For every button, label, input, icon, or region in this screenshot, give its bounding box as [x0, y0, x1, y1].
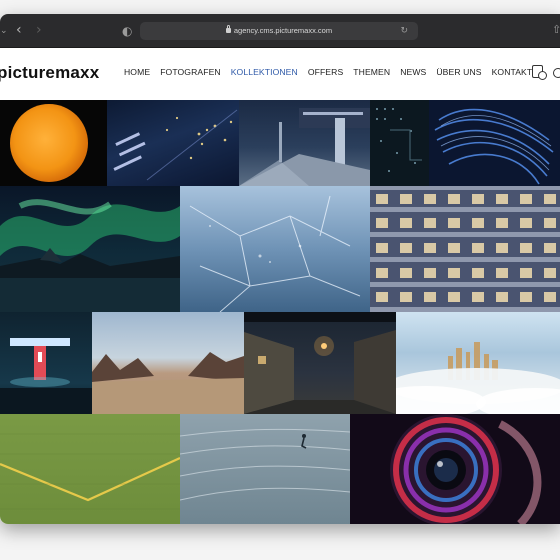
share-icon[interactable]: ⇧: [552, 24, 560, 36]
aurora-image: [0, 199, 180, 312]
gas-station-image: [0, 338, 92, 414]
gallery-image-gas-station[interactable]: [0, 312, 92, 414]
reload-icon[interactable]: ↻: [400, 26, 408, 36]
nav-news[interactable]: NEWS: [400, 67, 426, 77]
gallery-image-running-track[interactable]: [180, 414, 350, 524]
nav-kontakt[interactable]: KONTAKT: [492, 67, 533, 77]
url-value: agency.cms.picturemaxx.com: [233, 26, 333, 35]
gallery-image-desert[interactable]: [92, 312, 244, 414]
address-bar[interactable]: agency.cms.picturemaxx.com ↻: [140, 22, 418, 40]
ice-image: [189, 195, 361, 312]
gallery-image-camera-lens[interactable]: [350, 414, 560, 524]
circuit-image: [376, 108, 422, 172]
city-fog-image: [396, 342, 560, 414]
blue-fibers-image: [434, 108, 554, 185]
running-track-image: [180, 428, 350, 501]
football-field-image: [0, 433, 180, 510]
chevron-down-icon[interactable]: ⌄: [0, 25, 8, 37]
nav-offers[interactable]: OFFERS: [308, 67, 343, 77]
gallery-image-sun[interactable]: [0, 100, 107, 186]
nav-kollektionen[interactable]: KOLLEKTIONEN: [231, 67, 298, 77]
nav-fotografen[interactable]: FOTOGRAFEN: [160, 67, 221, 77]
desert-image: [92, 352, 244, 414]
shield-icon[interactable]: ◐: [122, 25, 132, 37]
sun-image: [10, 104, 88, 182]
night-street-image: [239, 108, 370, 186]
browser-toolbar: ⌄ ‹ › ◐ agency.cms.picturemaxx.com ↻ ⇧: [0, 14, 560, 48]
camera-lens-image: [390, 414, 542, 524]
gallery-image-city-fog[interactable]: [396, 312, 560, 414]
gallery-image-night-alley[interactable]: [244, 312, 396, 414]
gallery-image-ice[interactable]: [180, 186, 370, 312]
image-gallery: [0, 100, 560, 524]
lightbox-icon[interactable]: [532, 65, 547, 80]
site-header: picturemaxx HOME FOTOGRAFEN KOLLEKTIONEN…: [0, 48, 560, 100]
gallery-image-football-field[interactable]: [0, 414, 180, 524]
gallery-image-circuit[interactable]: [370, 100, 429, 186]
night-alley-image: [244, 312, 396, 414]
browser-window: ⌄ ‹ › ◐ agency.cms.picturemaxx.com ↻ ⇧ p…: [0, 14, 560, 524]
gallery-image-night-street[interactable]: [239, 100, 370, 186]
gallery-image-blue-fibers[interactable]: [429, 100, 560, 186]
user-icon[interactable]: [553, 68, 560, 78]
nav-themen[interactable]: THEMEN: [353, 67, 390, 77]
gallery-image-city-lights[interactable]: [107, 100, 239, 186]
nav-home[interactable]: HOME: [124, 67, 150, 77]
gallery-image-aurora[interactable]: [0, 186, 180, 312]
screenshot-stage: ⌄ ‹ › ◐ agency.cms.picturemaxx.com ↻ ⇧ p…: [0, 0, 560, 560]
forward-arrow-icon[interactable]: ›: [36, 23, 42, 37]
site-logo[interactable]: picturemaxx: [0, 63, 99, 83]
facade-image: [370, 186, 560, 312]
main-nav: HOME FOTOGRAFEN KOLLEKTIONEN OFFERS THEM…: [124, 67, 542, 77]
nav-ueber-uns[interactable]: ÜBER UNS: [436, 67, 481, 77]
gallery-image-facade[interactable]: [370, 186, 560, 312]
lock-icon: [225, 25, 231, 33]
url-text: agency.cms.picturemaxx.com: [140, 22, 418, 40]
city-lights-image: [113, 109, 238, 181]
back-arrow-icon[interactable]: ‹: [16, 23, 22, 37]
